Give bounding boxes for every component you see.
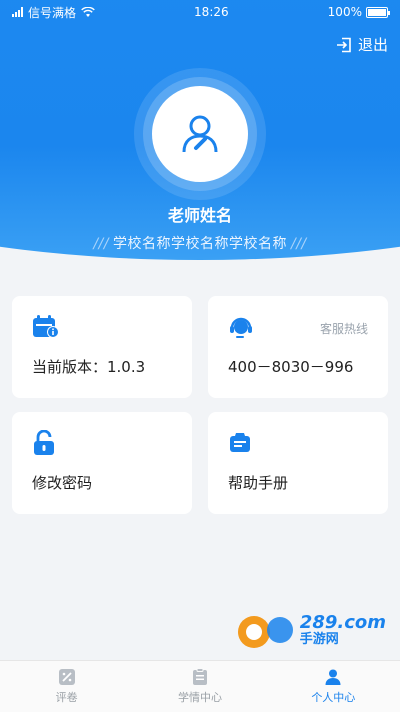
site-watermark: 289.com 手游网 bbox=[234, 610, 386, 650]
tab-learning-center[interactable]: 学情中心 bbox=[145, 668, 255, 705]
decor-slash-right: /// bbox=[291, 236, 307, 252]
help-manual-card[interactable]: 帮助手册 bbox=[208, 412, 388, 514]
avatar-ring-inner bbox=[143, 77, 257, 191]
battery-percent: 100% bbox=[327, 5, 362, 19]
tab-learning-center-label: 学情中心 bbox=[177, 691, 222, 704]
avatar-ring bbox=[134, 68, 266, 200]
watermark-sub: 手游网 bbox=[299, 631, 339, 647]
headset-icon bbox=[230, 317, 252, 338]
status-time: 18:26 bbox=[194, 5, 229, 19]
clipboard-icon bbox=[192, 668, 207, 685]
signal-icon bbox=[12, 7, 23, 17]
avatar[interactable] bbox=[152, 86, 248, 182]
tab-grading[interactable]: 评卷 bbox=[12, 668, 122, 705]
status-left: 信号满格 bbox=[12, 4, 95, 21]
battery-icon bbox=[365, 6, 390, 18]
profile-header: 信号满格 18:26 100% 退出 老师姓名 /// 学校名称学校名称学校名称… bbox=[0, 0, 400, 330]
tab-personal-center[interactable]: 个人中心 bbox=[278, 668, 388, 705]
logout-icon bbox=[336, 37, 351, 52]
calendar-info-icon bbox=[33, 315, 59, 338]
decor-slash-left: /// bbox=[93, 236, 109, 252]
logout-label: 退出 bbox=[357, 36, 388, 54]
watermark-brand: 289.com bbox=[299, 611, 386, 633]
watermark-text: 289.com 手游网 bbox=[300, 613, 386, 647]
grading-icon bbox=[58, 669, 75, 685]
carrier-name: 信号满格 bbox=[28, 5, 77, 20]
help-manual-label: 帮助手册 bbox=[228, 474, 289, 492]
change-password-label: 修改密码 bbox=[32, 474, 93, 492]
tab-personal-center-label: 个人中心 bbox=[311, 691, 356, 704]
watermark-logo-icon bbox=[237, 616, 293, 648]
status-right: 100% bbox=[327, 5, 390, 19]
status-bar: 信号满格 18:26 100% bbox=[0, 0, 400, 24]
manual-icon bbox=[230, 433, 250, 452]
lock-icon bbox=[34, 430, 54, 455]
hotline-card[interactable]: 客服热线 400－8030－996 bbox=[208, 296, 388, 398]
school-name: 学校名称学校名称学校名称 bbox=[113, 236, 287, 252]
hotline-phone[interactable]: 400－8030－996 bbox=[228, 356, 353, 377]
hotline-title: 客服热线 bbox=[319, 322, 368, 336]
school-name-row: ///学校名称学校名称学校名称/// bbox=[0, 233, 400, 253]
person-icon bbox=[325, 669, 341, 685]
version-card[interactable]: 当前版本：1.0.3 bbox=[12, 296, 192, 398]
bottom-nav: 评卷 学情中心 个人中心 bbox=[0, 660, 400, 712]
version-label: 当前版本：1.0.3 bbox=[32, 358, 146, 376]
logout-button[interactable]: 退出 bbox=[336, 34, 388, 55]
teacher-avatar-icon bbox=[182, 115, 218, 153]
wifi-icon bbox=[81, 6, 95, 17]
tab-grading-label: 评卷 bbox=[55, 691, 78, 704]
teacher-name: 老师姓名 bbox=[167, 206, 232, 225]
change-password-card[interactable]: 修改密码 bbox=[12, 412, 192, 514]
